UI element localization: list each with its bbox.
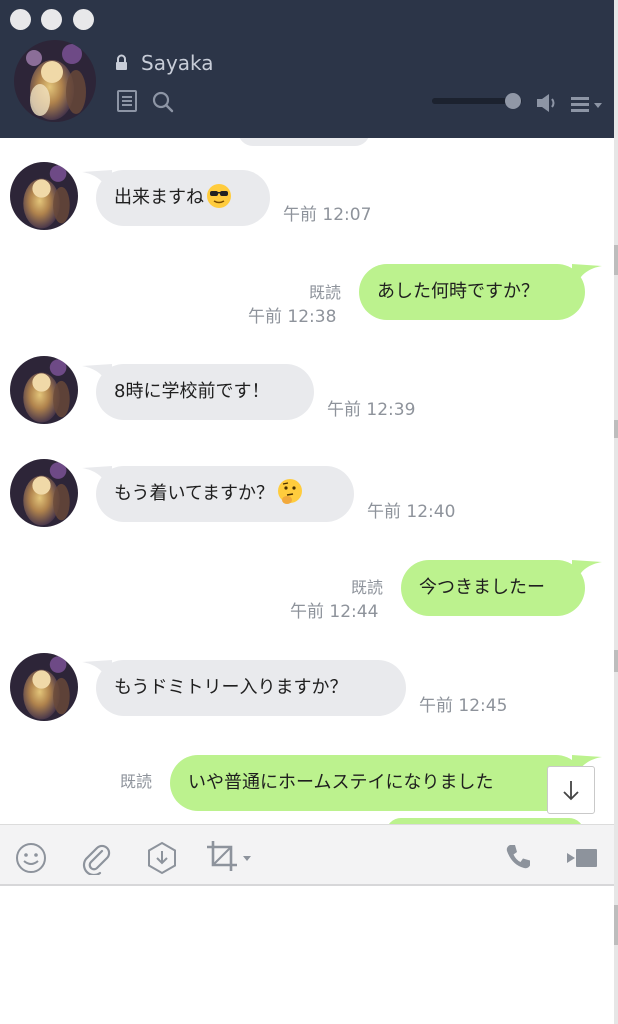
message-bubble[interactable]: もう着いてますか？ [96, 466, 354, 522]
chat-header: Sayaka [0, 0, 614, 138]
notes-icon[interactable] [117, 90, 137, 112]
background-detail [614, 245, 618, 275]
phone-icon[interactable] [504, 843, 532, 871]
chat-window: Sayaka 出来ますね 午前 12:07 既読 午前 12:38 あした何時で… [0, 0, 614, 1024]
sender-avatar[interactable] [10, 162, 78, 230]
contact-name: Sayaka [141, 51, 214, 75]
message-list[interactable]: 出来ますね 午前 12:07 既読 午前 12:38 あした何時ですか？ 8時に… [0, 138, 614, 824]
read-receipt: 既読 [351, 578, 384, 597]
read-receipt: 既読 [309, 283, 342, 302]
message-bubble[interactable]: もうドミトリー入りますか？ [96, 660, 406, 716]
message-text: あした何時ですか？ [377, 281, 539, 302]
read-receipt: 既読 [120, 772, 153, 791]
previous-message-bubble [238, 138, 370, 146]
scroll-to-bottom-button[interactable] [547, 766, 595, 814]
lock-icon [116, 54, 127, 70]
message-time: 午前 12:07 [283, 205, 372, 225]
message-text: もう着いてますか？ [114, 483, 275, 504]
background-detail [614, 650, 618, 672]
search-icon[interactable] [152, 91, 174, 113]
zoom-window-button[interactable] [73, 9, 94, 30]
message-bubble[interactable]: 出来ますね [96, 170, 270, 226]
message-text: 出来ますね [114, 187, 204, 208]
crop-icon[interactable] [204, 839, 254, 875]
message-input[interactable] [0, 886, 614, 1024]
message-time: 午前 12:40 [367, 502, 456, 522]
sender-avatar[interactable] [10, 459, 78, 527]
download-icon[interactable] [146, 841, 178, 875]
message-text: もうドミトリー入りますか？ [114, 677, 348, 698]
message-text: 今つきましたー [419, 577, 545, 598]
window-edge [614, 0, 618, 1024]
message-bubble[interactable]: 8時に学校前です！ [96, 364, 314, 420]
volume-slider[interactable] [432, 92, 522, 110]
bubble-tail [572, 560, 602, 584]
message-time: 午前 12:39 [327, 400, 416, 420]
emoji-icon[interactable] [15, 842, 47, 874]
message-time: 午前 12:44 [290, 602, 379, 622]
close-window-button[interactable] [10, 9, 31, 30]
arrow-down-icon [563, 781, 579, 801]
sunglasses-face-icon [207, 184, 231, 208]
contact-avatar[interactable] [14, 40, 96, 122]
sender-avatar[interactable] [10, 653, 78, 721]
message-bubble[interactable]: いや普通にホームステイになりました [170, 755, 584, 811]
message-time: 午前 12:38 [248, 307, 337, 327]
message-text: いや普通にホームステイになりました [188, 772, 494, 793]
message-text: 8時に学校前です！ [114, 381, 270, 402]
attachment-icon[interactable] [80, 841, 112, 875]
minimize-window-button[interactable] [41, 9, 62, 30]
compose-toolbar [0, 824, 614, 886]
video-icon[interactable] [566, 847, 598, 869]
background-detail [614, 905, 618, 945]
message-bubble[interactable]: 今つきましたー [401, 560, 585, 616]
background-detail [614, 420, 618, 438]
speaker-icon[interactable] [536, 93, 558, 113]
bubble-tail [572, 264, 602, 288]
message-time: 午前 12:45 [419, 696, 508, 716]
thinking-face-icon [278, 479, 303, 504]
message-bubble[interactable]: あした何時ですか？ [359, 264, 585, 320]
menu-icon[interactable] [571, 95, 603, 113]
sender-avatar[interactable] [10, 356, 78, 424]
